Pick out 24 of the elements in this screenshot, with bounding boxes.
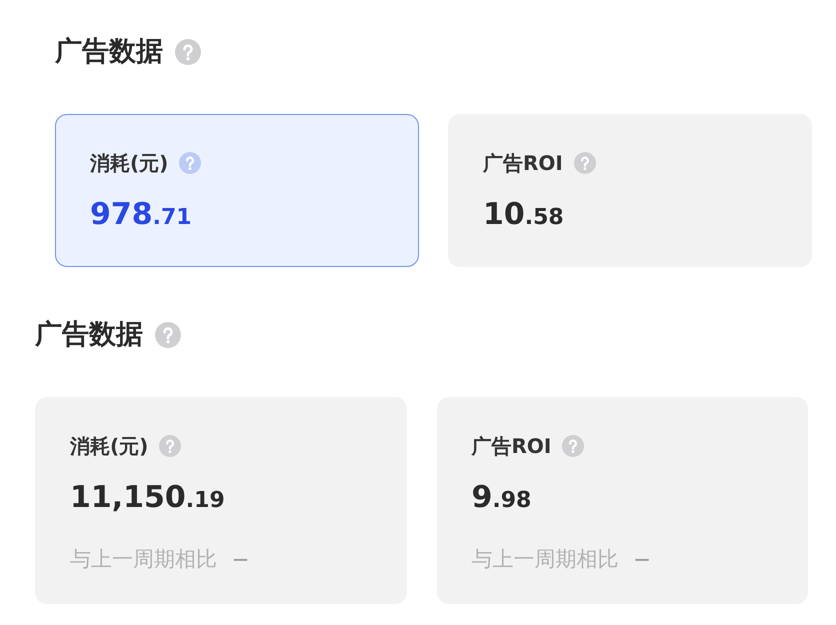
metric-label: 广告ROI [472, 434, 552, 458]
metric-card[interactable]: 广告ROI 10.58 [448, 114, 812, 267]
metric-card[interactable]: 消耗(元) 11,150.19 与上一周期相比 — [35, 397, 406, 604]
metric-value: 11,150.19 [70, 480, 225, 517]
comparison-value: — [233, 549, 248, 570]
metric-value: 978.71 [90, 197, 192, 234]
section-title: 广告数据 [55, 38, 163, 66]
section-title: 广告数据 [35, 321, 143, 349]
metric-card[interactable]: 广告ROI 9.98 与上一周期相比 — [436, 397, 808, 604]
help-icon[interactable] [574, 152, 596, 174]
help-icon[interactable] [175, 39, 201, 65]
comparison-label: 与上一周期相比 [472, 546, 618, 573]
help-icon[interactable] [179, 152, 202, 174]
help-icon[interactable] [155, 322, 181, 348]
help-icon[interactable] [159, 435, 182, 457]
metric-value: 9.98 [472, 480, 532, 517]
comparison-value: — [634, 549, 650, 570]
metric-card[interactable]: 消耗(元) 978.71 [55, 114, 419, 267]
metric-label: 消耗(元) [70, 434, 148, 458]
comparison-label: 与上一周期相比 [70, 546, 217, 573]
help-icon[interactable] [562, 435, 584, 457]
metric-label: 消耗(元) [90, 151, 168, 175]
metric-label: 广告ROI [483, 151, 563, 175]
metric-value: 10.58 [483, 197, 564, 234]
